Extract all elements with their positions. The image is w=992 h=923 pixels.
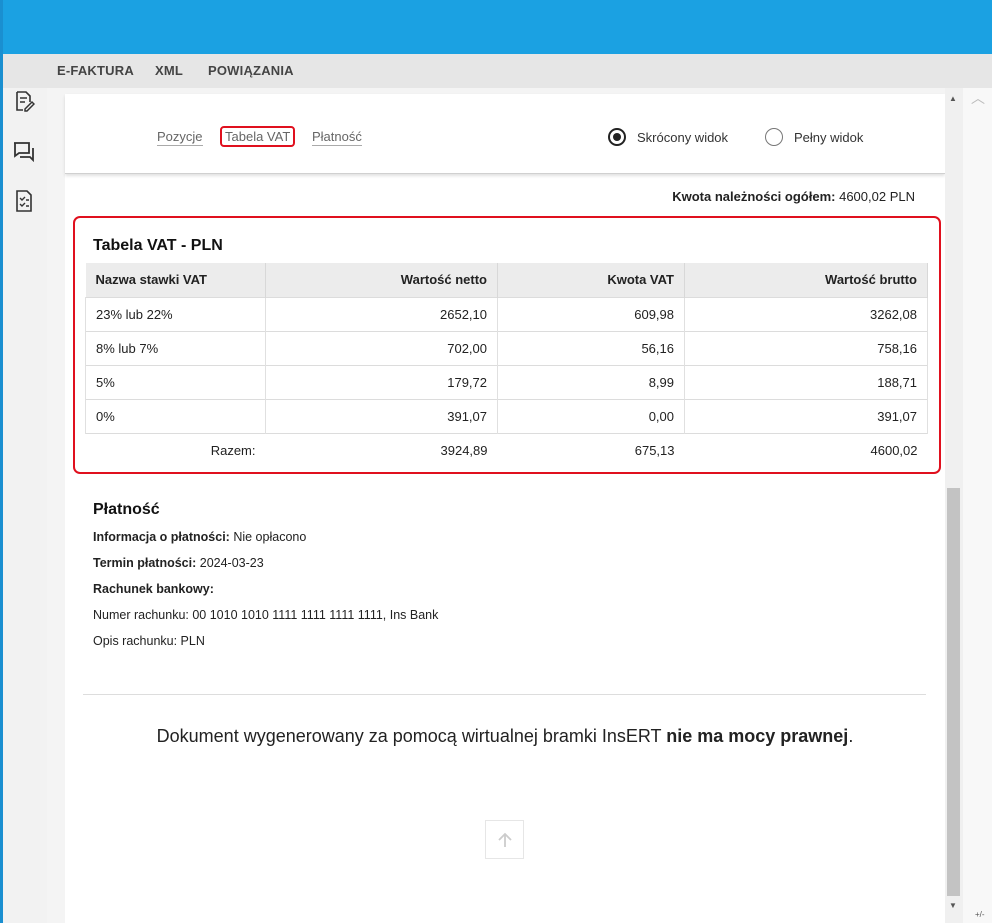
scroll-up-arrow-icon[interactable]: ▲ <box>949 94 957 103</box>
comments-icon[interactable] <box>11 138 37 164</box>
vat-table: Nazwa stawki VAT Wartość netto Kwota VAT… <box>85 263 928 467</box>
legal-notice: Dokument wygenerowany za pomocą wirtualn… <box>65 726 945 747</box>
vat-cell-gross: 758,16 <box>684 330 928 365</box>
document-viewer: Pozycje Tabela VAT Płatność Skrócony wid… <box>47 88 945 923</box>
arrow-up-icon <box>497 832 512 847</box>
vat-cell-gross: 391,07 <box>684 398 928 433</box>
vat-sum-net: 3924,89 <box>265 432 498 467</box>
payment-account-desc: Opis rachunku: PLN <box>93 634 205 648</box>
payment-section: Płatność Informacja o płatności: Nie opł… <box>93 501 438 654</box>
edit-document-icon[interactable] <box>11 88 37 114</box>
vat-table-title: Tabela VAT - PLN <box>93 237 223 254</box>
tab-xml[interactable]: XML <box>155 63 183 78</box>
payment-info-label: Informacja o płatności: <box>93 530 230 544</box>
vat-cell-vat: 8,99 <box>497 364 685 399</box>
window-titlebar <box>0 0 992 54</box>
vat-header-vat: Kwota VAT <box>497 263 685 297</box>
radio-full-view[interactable]: Pełny widok <box>765 128 863 146</box>
total-amount-value: 4600,02 PLN <box>839 189 915 204</box>
total-amount-label: Kwota należności ogółem: <box>672 189 836 204</box>
left-toolbar <box>3 88 47 923</box>
payment-bank-label: Rachunek bankowy: <box>93 582 214 596</box>
vat-cell-vat: 0,00 <box>497 398 685 433</box>
radio-short-view-label: Skrócony widok <box>637 129 729 145</box>
table-row: 8% lub 7% 702,00 56,16 758,16 <box>85 330 928 365</box>
radio-full-view-label: Pełny widok <box>794 129 864 145</box>
vat-header-gross: Wartość brutto <box>684 263 928 297</box>
top-tab-bar: E-FAKTURA XML POWIĄZANIA <box>3 54 992 88</box>
vat-cell-net: 179,72 <box>265 364 498 399</box>
legal-notice-end: . <box>848 726 854 746</box>
vat-header-net: Wartość netto <box>265 263 498 297</box>
vat-cell-rate: 8% lub 7% <box>85 330 266 365</box>
vat-sum-vat: 675,13 <box>497 432 685 467</box>
total-amount-row: Kwota należności ogółem: 4600,02 PLN <box>672 189 915 204</box>
vat-sum-gross: 4600,02 <box>684 432 928 467</box>
zoom-toggle[interactable]: +/- <box>975 910 985 919</box>
nav-link-tabela-vat[interactable]: Tabela VAT <box>220 126 296 147</box>
vat-table-header-row: Nazwa stawki VAT Wartość netto Kwota VAT… <box>85 263 928 297</box>
payment-due-date: Termin płatności: 2024-03-23 <box>93 550 438 576</box>
document-tasks-icon[interactable] <box>11 188 37 214</box>
tab-e-faktura[interactable]: E-FAKTURA <box>57 63 134 78</box>
vat-cell-net: 391,07 <box>265 398 498 433</box>
document-section-nav: Pozycje Tabela VAT Płatność Skrócony wid… <box>65 94 945 174</box>
table-row: 23% lub 22% 2652,10 609,98 3262,08 <box>85 296 928 331</box>
tab-powiazania[interactable]: POWIĄZANIA <box>208 63 294 78</box>
vat-cell-gross: 3262,08 <box>684 296 928 331</box>
scroll-down-arrow-icon[interactable]: ▼ <box>949 901 957 910</box>
payment-info-value: Nie opłacono <box>233 530 307 544</box>
scrollbar-thumb[interactable] <box>947 488 960 896</box>
nav-link-platnosc[interactable]: Płatność <box>312 129 362 146</box>
vat-cell-rate: 0% <box>85 398 266 433</box>
vat-header-rate-name: Nazwa stawki VAT <box>85 263 266 297</box>
payment-title: Płatność <box>93 501 160 518</box>
payment-due-value: 2024-03-23 <box>199 556 264 570</box>
vat-cell-net: 702,00 <box>265 330 498 365</box>
vat-cell-net: 2652,10 <box>265 296 498 331</box>
radio-short-view[interactable]: Skrócony widok <box>608 128 728 146</box>
radio-short-view-indicator[interactable] <box>608 128 626 146</box>
chevron-up-icon[interactable]: ︿ <box>971 88 985 108</box>
vat-sum-label: Razem: <box>85 432 266 467</box>
right-rail: ︿ +/- <box>963 88 992 923</box>
vat-cell-rate: 23% lub 22% <box>85 296 266 331</box>
legal-notice-text: Dokument wygenerowany za pomocą wirtualn… <box>156 726 667 746</box>
payment-account-number: Numer rachunku: 00 1010 1010 1111 1111 1… <box>93 608 439 622</box>
invoice-document: Pozycje Tabela VAT Płatność Skrócony wid… <box>65 94 945 923</box>
vat-cell-vat: 609,98 <box>497 296 685 331</box>
nav-link-pozycje[interactable]: Pozycje <box>157 129 203 146</box>
payment-due-label: Termin płatności: <box>93 556 197 570</box>
vat-cell-gross: 188,71 <box>684 364 928 399</box>
scroll-to-top-button[interactable] <box>485 820 524 859</box>
vat-cell-rate: 5% <box>85 364 266 399</box>
payment-info: Informacja o płatności: Nie opłacono <box>93 524 438 550</box>
vat-table-section: Tabela VAT - PLN Nazwa stawki VAT Wartoś… <box>73 216 941 474</box>
radio-full-view-indicator[interactable] <box>765 128 783 146</box>
table-row: 5% 179,72 8,99 188,71 <box>85 364 928 399</box>
legal-notice-bold: nie ma mocy prawnej <box>666 726 849 746</box>
vat-sum-row: Razem: 3924,89 675,13 4600,02 <box>85 432 928 467</box>
footer-divider <box>83 694 926 695</box>
vertical-scrollbar[interactable]: ▲ ▼ <box>945 88 963 923</box>
vat-cell-vat: 56,16 <box>497 330 685 365</box>
payment-bank-heading: Rachunek bankowy: <box>93 576 438 602</box>
table-row: 0% 391,07 0,00 391,07 <box>85 398 928 433</box>
